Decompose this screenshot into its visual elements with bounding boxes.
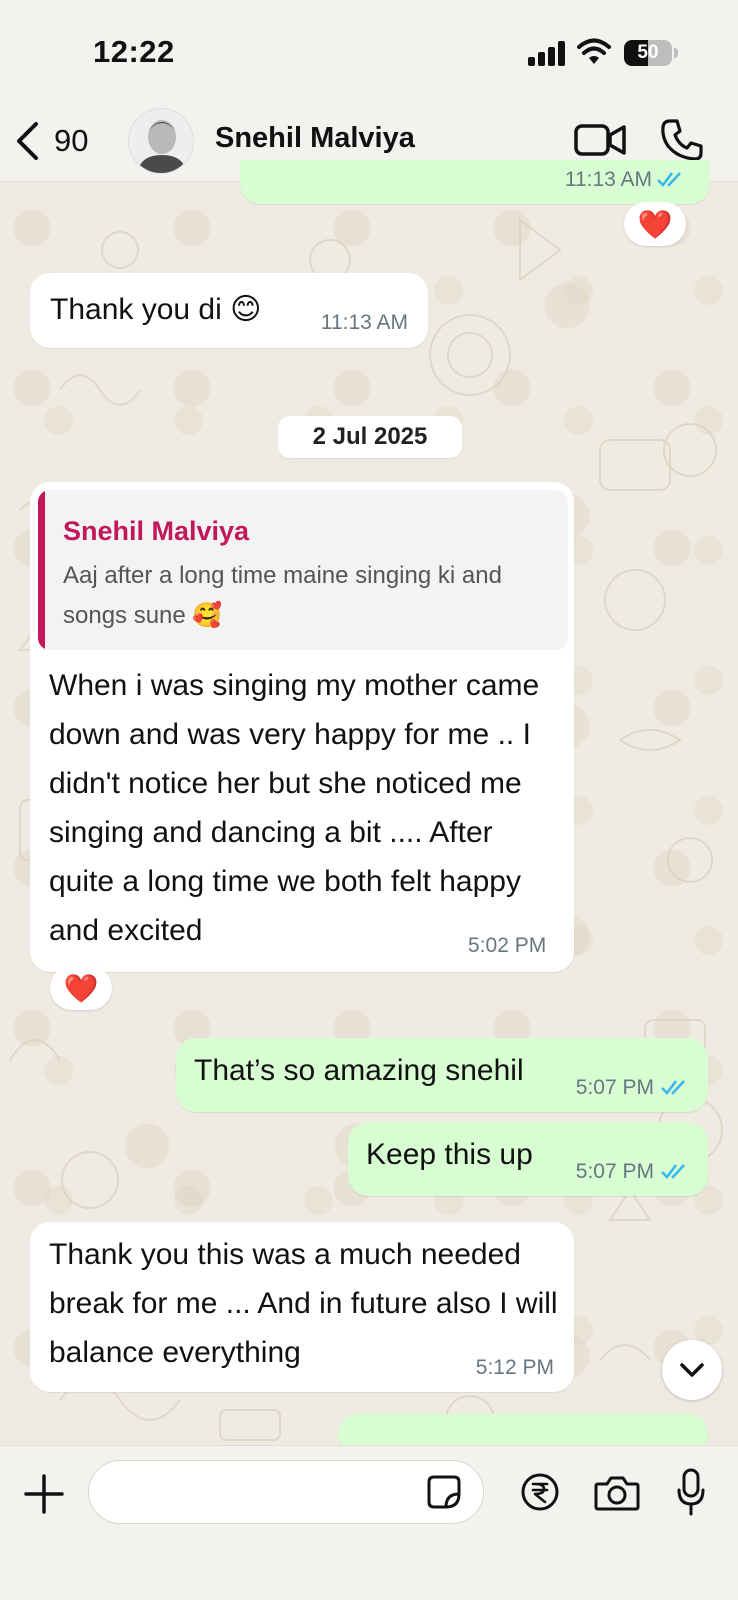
- avatar-image: [129, 109, 193, 173]
- reaction-emoji: ❤️: [63, 972, 99, 1004]
- read-ticks-icon: [661, 1164, 685, 1179]
- message-time: 5:07 PM: [575, 1076, 654, 1099]
- reaction-emoji: ❤️: [637, 208, 673, 240]
- message-time: 5:02 PM: [468, 934, 547, 957]
- message-bubble-incoming[interactable]: Thank you di 😊 11:13 AM: [30, 273, 428, 348]
- phone-icon[interactable]: [660, 118, 704, 162]
- message-text: Thank you this was a much needed break f…: [49, 1238, 558, 1369]
- status-time: 12:22: [93, 34, 175, 69]
- heart-reaction[interactable]: ❤️: [50, 966, 112, 1010]
- read-ticks-icon: [657, 172, 681, 187]
- message-text: Thank you di 😊: [50, 293, 262, 326]
- quote-accent-bar: [38, 490, 45, 650]
- heart-reaction[interactable]: ❤️: [624, 202, 686, 246]
- message-time: 5:07 PM: [575, 1160, 654, 1183]
- plus-icon[interactable]: [24, 1474, 64, 1514]
- message-text: When i was singing my mother came down a…: [49, 669, 540, 947]
- message-time: 11:13 AM: [320, 311, 408, 334]
- quoted-message[interactable]: Snehil Malviya Aaj after a long time mai…: [38, 490, 568, 650]
- message-bubble-outgoing[interactable]: 11:13 AM: [240, 160, 710, 204]
- message-bubble-outgoing[interactable]: That’s so amazing snehil 5:07 PM: [176, 1038, 708, 1112]
- quote-author: Snehil Malviya: [63, 516, 250, 546]
- quote-text: Aaj after a long time maine singing ki a…: [63, 562, 502, 629]
- status-bar: 12:22 50: [0, 0, 738, 100]
- cellular-signal-icon: [528, 40, 568, 66]
- message-bubble-outgoing[interactable]: Keep this up 5:07 PM: [348, 1122, 708, 1196]
- video-camera-icon[interactable]: [574, 120, 626, 160]
- microphone-icon[interactable]: [676, 1468, 706, 1516]
- contact-name[interactable]: Snehil Malviya: [215, 122, 415, 155]
- message-composer: [0, 1445, 738, 1600]
- contact-avatar[interactable]: [128, 108, 194, 174]
- message-time: 5:12 PM: [475, 1356, 554, 1379]
- message-text: That’s so amazing snehil: [194, 1054, 524, 1087]
- message-text: Keep this up: [366, 1138, 533, 1171]
- back-button[interactable]: 90: [14, 116, 104, 166]
- message-time: 11:13 AM: [564, 168, 652, 191]
- battery-icon: 50: [624, 40, 672, 66]
- wifi-icon: [577, 38, 611, 64]
- read-ticks-icon: [661, 1080, 685, 1095]
- rupee-icon[interactable]: [520, 1472, 560, 1512]
- scroll-to-bottom-button[interactable]: [662, 1340, 722, 1400]
- message-input[interactable]: [88, 1460, 484, 1524]
- battery-percent: 50: [637, 42, 659, 63]
- date-separator: 2 Jul 2025: [278, 416, 462, 458]
- chevron-down-icon: [680, 1363, 704, 1377]
- battery-nub: [674, 48, 678, 58]
- message-bubble-incoming[interactable]: Thank you this was a much needed break f…: [30, 1222, 574, 1392]
- sticker-icon[interactable]: [426, 1474, 462, 1510]
- unread-count: 90: [54, 123, 89, 158]
- chevron-left-icon: [17, 122, 38, 160]
- camera-icon[interactable]: [594, 1474, 640, 1512]
